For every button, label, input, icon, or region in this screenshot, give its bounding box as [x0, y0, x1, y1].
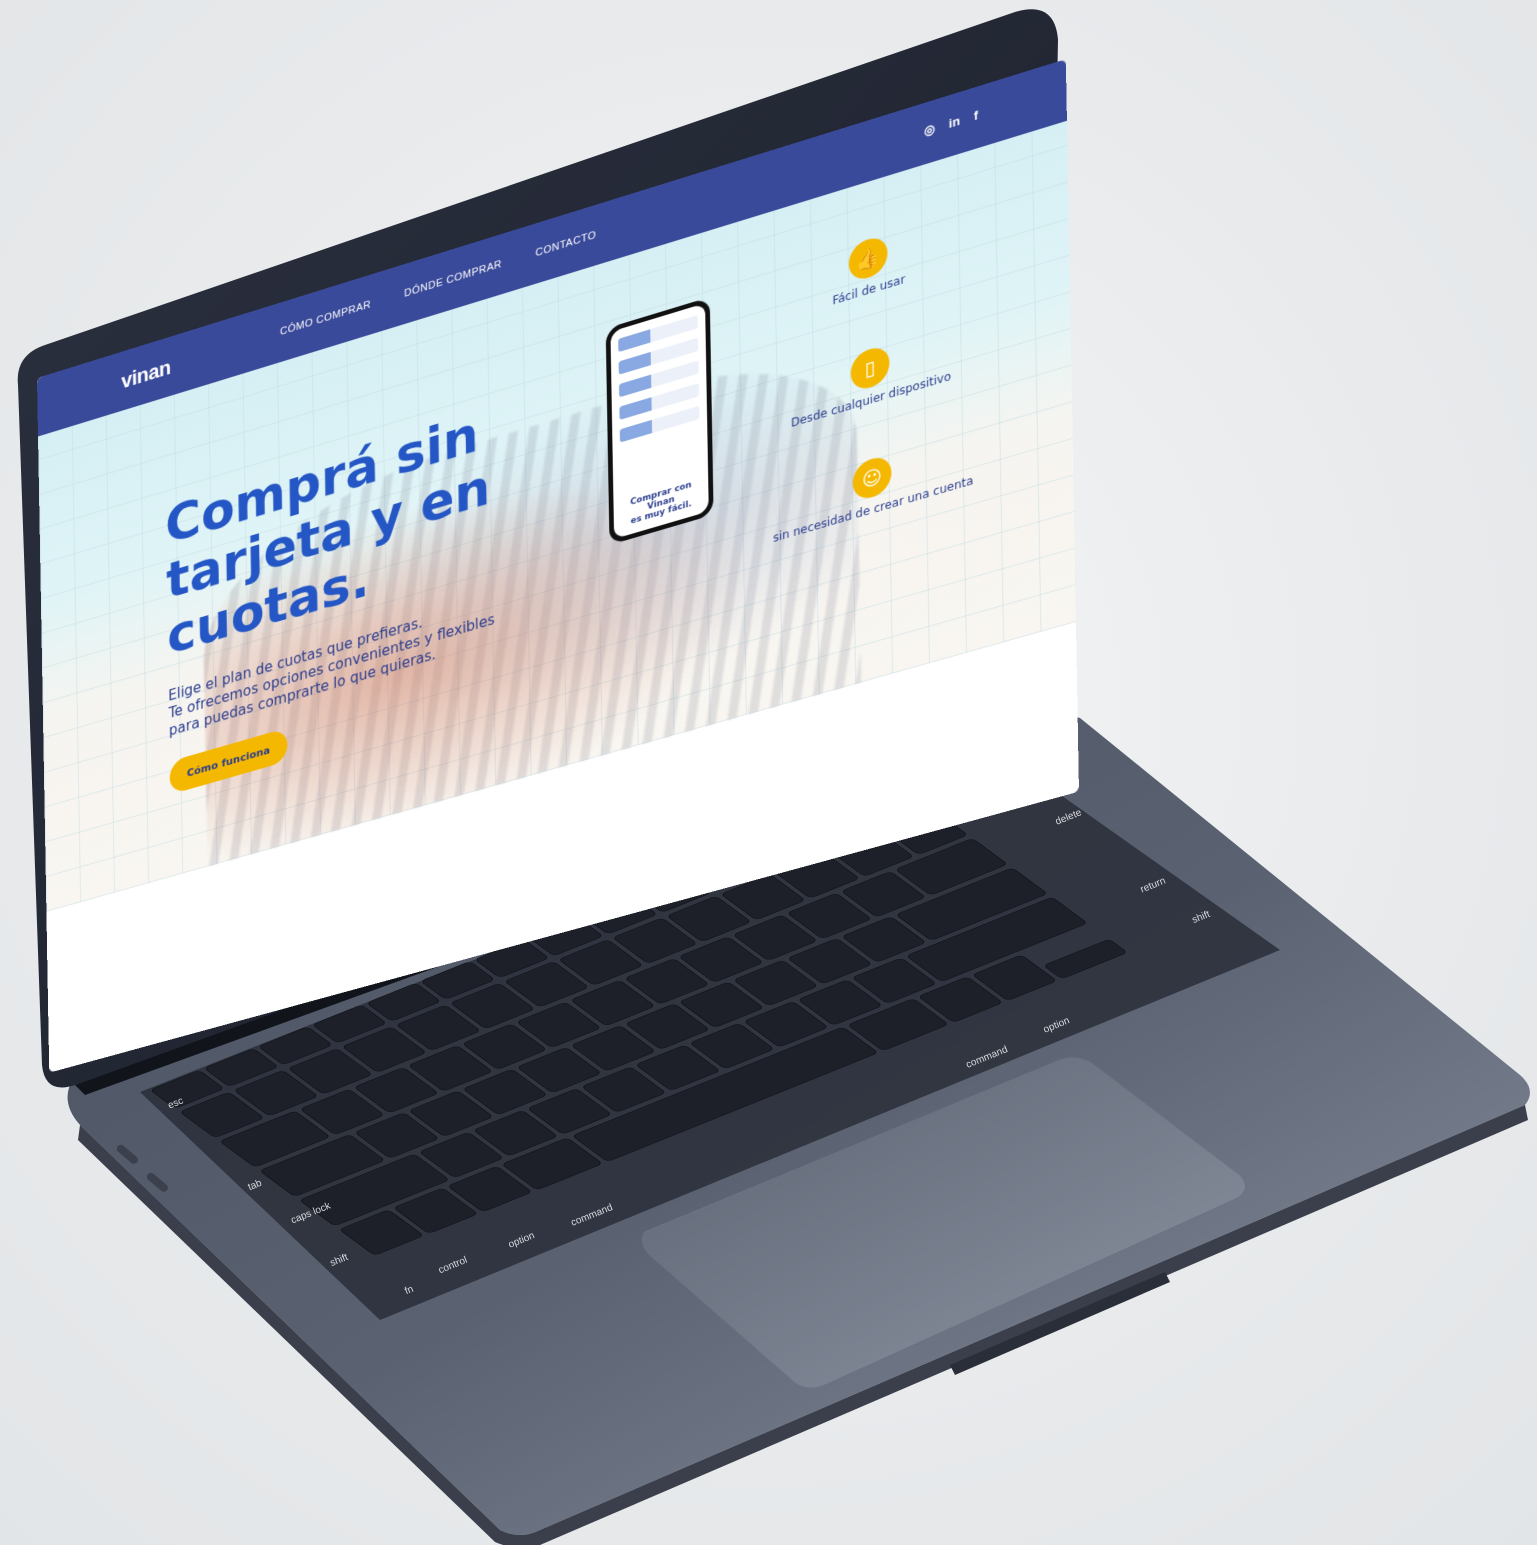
phone-mockup: Comprar con Vinan es muy fácil. — [605, 296, 714, 546]
phone-icon: ▯ — [850, 343, 890, 394]
linkedin-icon[interactable]: in — [949, 113, 961, 132]
user-icon: ☺ — [852, 453, 892, 503]
features-list: 👍 Fácil de usar ▯ Desde cualquier dispos… — [757, 205, 979, 545]
laptop-scene: vinan CÓMO COMPRAR DÓNDE COMPRAR CONTACT… — [0, 0, 1537, 1545]
facebook-icon[interactable]: f — [974, 108, 979, 125]
feature-facil-de-usar: 👍 Fácil de usar — [757, 205, 980, 330]
feature-cualquier-dispositivo: ▯ Desde cualquier dispositivo — [759, 316, 982, 439]
nav-como-comprar[interactable]: CÓMO COMPRAR — [280, 299, 371, 338]
phone-screen: Comprar con Vinan es muy fácil. — [610, 303, 709, 540]
nav-donde-comprar[interactable]: DÓNDE COMPRAR — [404, 258, 502, 299]
nav-contacto[interactable]: CONTACTO — [535, 229, 596, 259]
instagram-icon[interactable]: ◎ — [924, 121, 935, 140]
thumbs-up-icon: 👍 — [848, 233, 888, 284]
site-logo[interactable]: vinan — [121, 355, 171, 394]
social-links: ◎ in f — [924, 108, 978, 140]
